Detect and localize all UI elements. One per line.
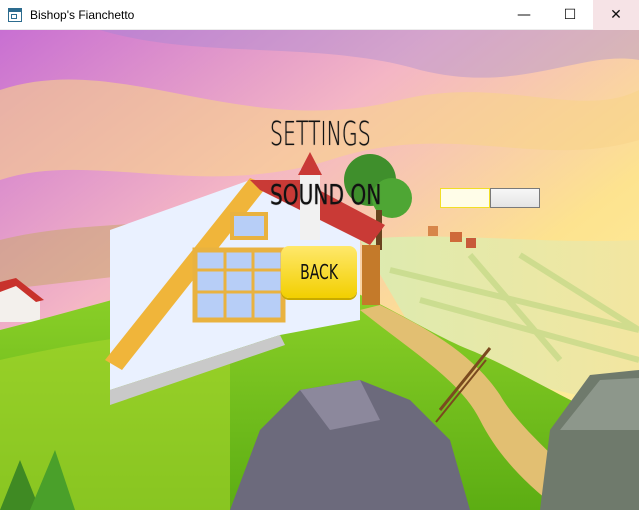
app-window-icon — [8, 7, 22, 22]
maximize-button[interactable]: ☐ — [547, 0, 593, 30]
title-bar: Bishop's Fianchetto — ☐ ✕ — [0, 0, 639, 30]
back-button-label: BACK — [300, 260, 338, 284]
window-title: Bishop's Fianchetto — [30, 7, 135, 22]
sound-setting-label: SOUND ON — [270, 178, 382, 211]
window-controls: — ☐ ✕ — [501, 0, 639, 30]
settings-screen: SETTINGS SOUND ON BACK — [0, 30, 639, 510]
settings-heading: SETTINGS — [270, 114, 371, 153]
close-button[interactable]: ✕ — [593, 0, 639, 30]
sound-toggle[interactable] — [440, 188, 540, 208]
sound-toggle-button[interactable] — [490, 188, 540, 208]
app-window: Bishop's Fianchetto — ☐ ✕ SETTINGS SOUND… — [0, 0, 639, 510]
sound-toggle-track[interactable] — [440, 188, 490, 208]
minimize-button[interactable]: — — [501, 0, 547, 30]
back-button[interactable]: BACK — [281, 246, 357, 298]
